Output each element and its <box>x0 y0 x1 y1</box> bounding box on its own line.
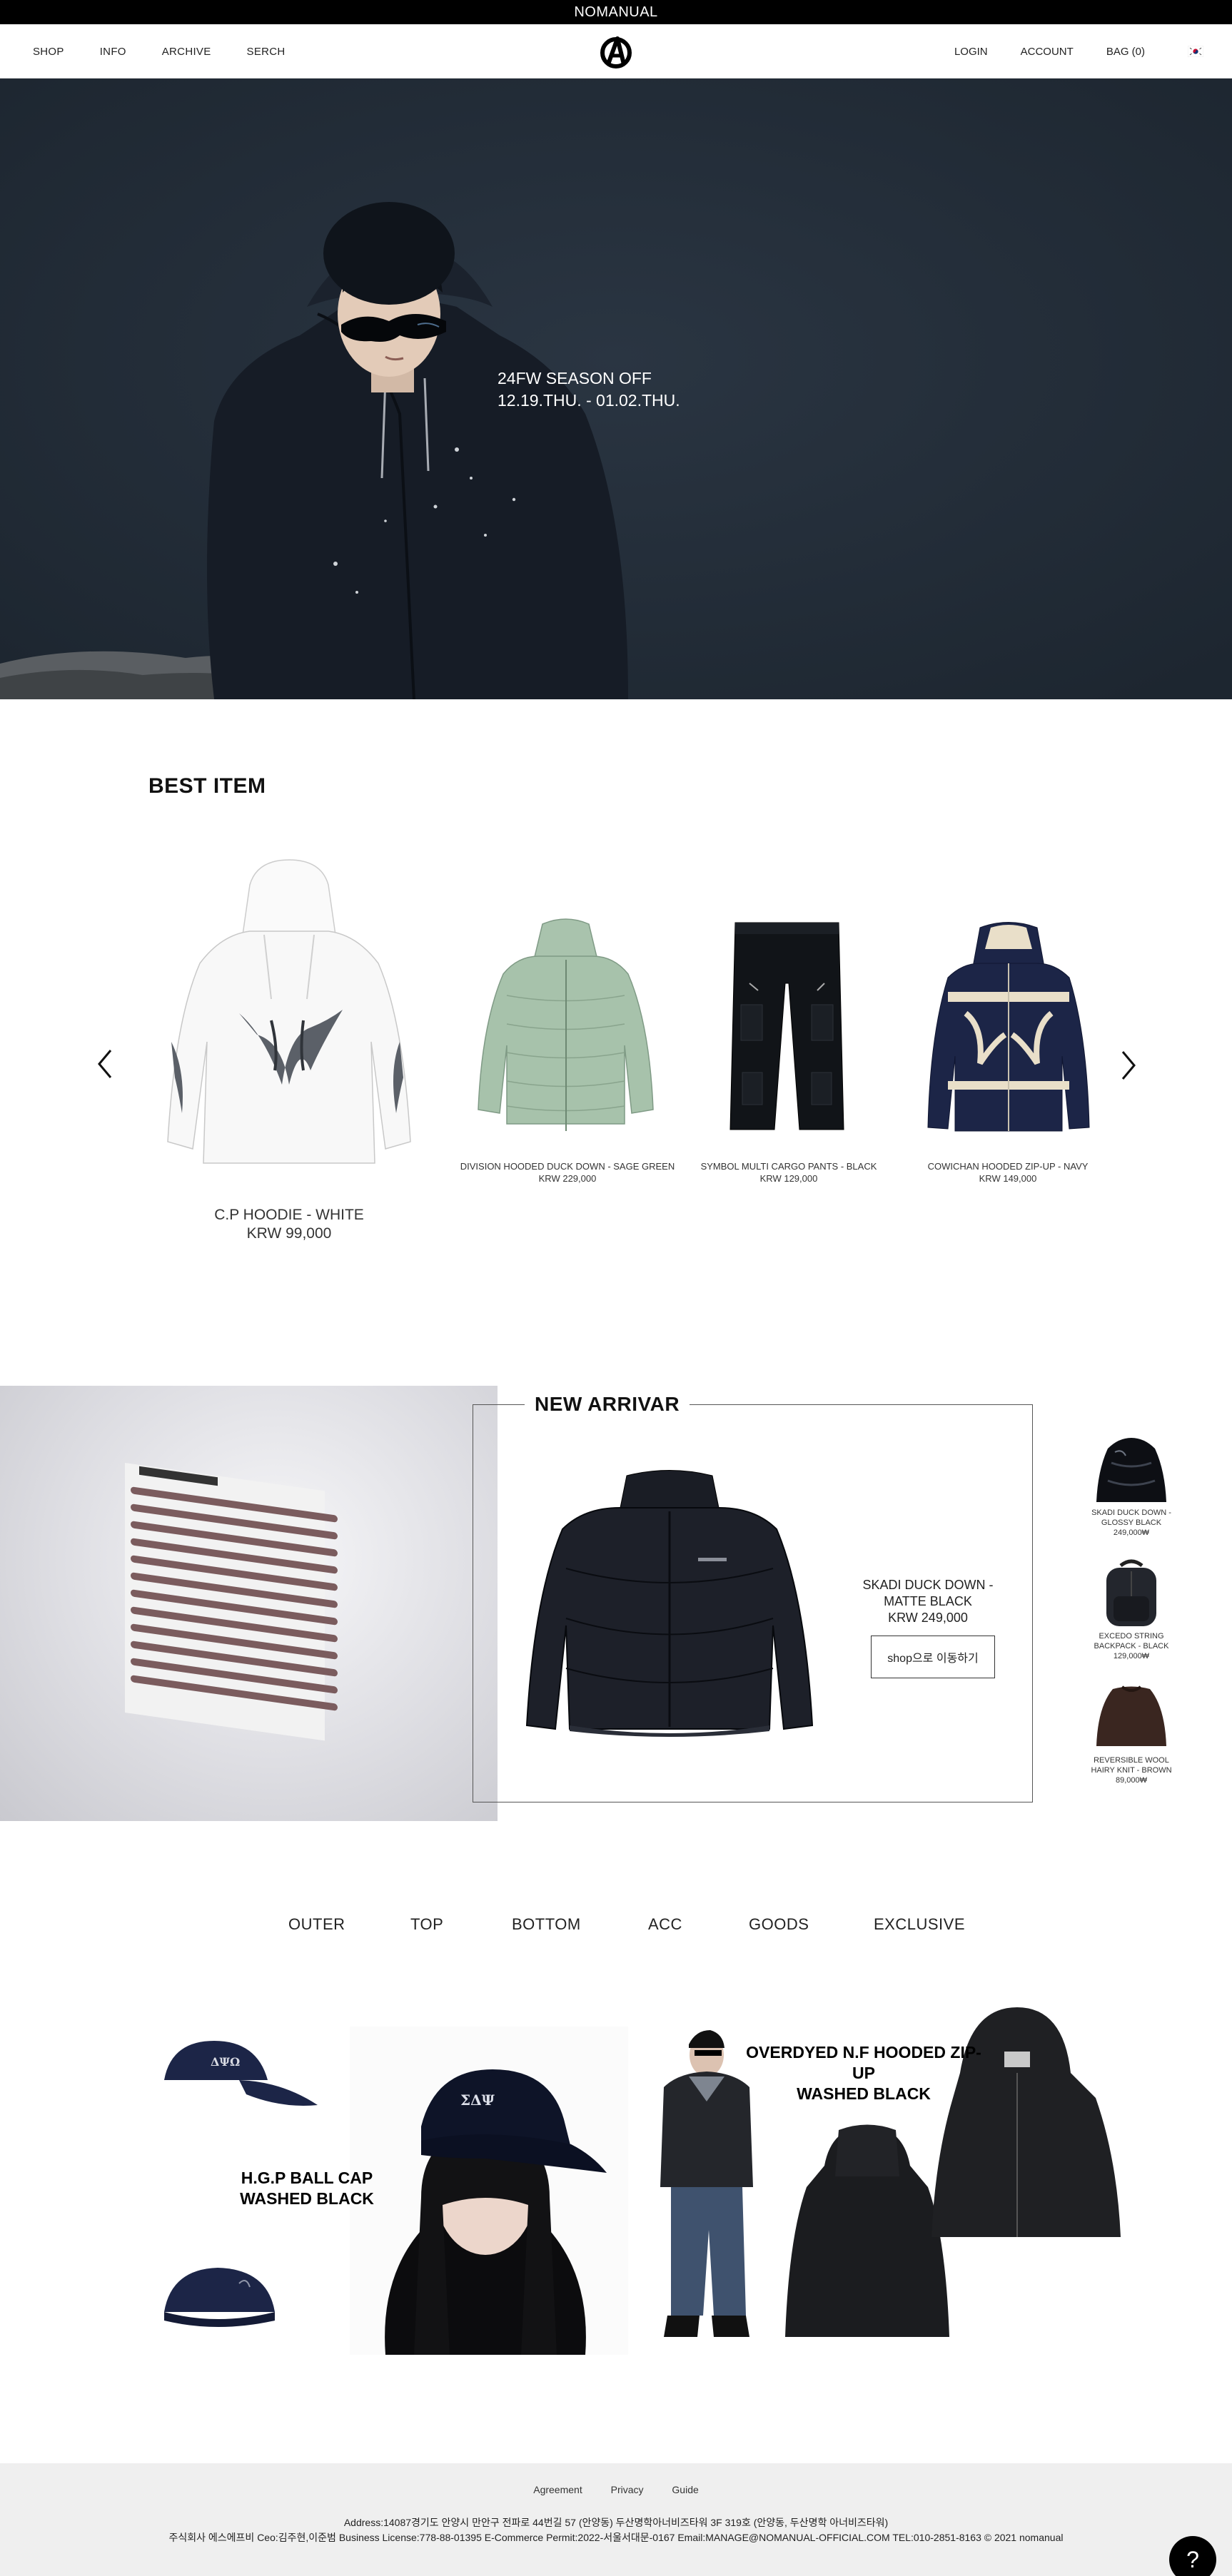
nav-login[interactable]: LOGIN <box>954 46 988 58</box>
nav-account[interactable]: ACCOUNT <box>1021 46 1074 58</box>
side-product-line: SKADI DUCK DOWN - <box>1091 1508 1171 1517</box>
chevron-right-icon[interactable] <box>1121 1050 1136 1086</box>
product-price: KRW 99,000 <box>246 1225 332 1242</box>
product-name: C.P HOODIE - WHITE <box>214 1207 364 1223</box>
best-item-title: BEST ITEM <box>148 774 266 798</box>
product-image-cargo-pants[interactable] <box>728 919 846 1133</box>
promo-zip-line-2: WASHED BLACK <box>797 2084 931 2103</box>
product-name: SYMBOL MULTI CARGO PANTS - BLACK <box>700 1161 877 1172</box>
nav-archive[interactable]: ARCHIVE <box>162 46 211 58</box>
footer-links: Agreement Privacy Guide <box>0 2484 1232 2495</box>
product-thumb-skadi-glossy[interactable] <box>1094 1431 1169 1505</box>
nav-left: SHOP INFO ARCHIVE SERCH <box>33 24 321 78</box>
nav-search[interactable]: SERCH <box>247 46 286 58</box>
help-label: ? <box>1186 2546 1199 2572</box>
new-arrival-name-1: SKADI DUCK DOWN - <box>862 1578 994 1592</box>
side-product-line: REVERSIBLE WOOL <box>1094 1756 1169 1765</box>
hero-title: 24FW SEASON OFF <box>498 369 652 387</box>
side-product-line: HAIRY KNIT - BROWN <box>1091 1766 1172 1775</box>
side-product-line: GLOSSY BLACK <box>1101 1518 1162 1527</box>
category-exclusive[interactable]: EXCLUSIVE <box>874 1915 965 1934</box>
product-thumb-wool-knit[interactable] <box>1095 1678 1168 1753</box>
chevron-left-icon[interactable] <box>97 1049 113 1085</box>
new-arrival-title: NEW ARRIVAR <box>525 1393 690 1416</box>
korea-flag-icon[interactable] <box>1188 46 1203 57</box>
svg-text:ΔΨΩ: ΔΨΩ <box>211 2055 240 2069</box>
new-arrival-lookbook-image[interactable] <box>0 1386 498 1821</box>
category-acc[interactable]: ACC <box>648 1915 682 1934</box>
footer-link-guide[interactable]: Guide <box>672 2484 698 2495</box>
ball-cap-promo-title[interactable]: H.G.P BALL CAP WASHED BLACK <box>214 2168 400 2209</box>
category-goods[interactable]: GOODS <box>749 1915 809 1934</box>
footer-company-info: Address:14087경기도 안양시 만안구 전파로 44번길 57 (안양… <box>0 2515 1232 2545</box>
hero-caption: 24FW SEASON OFF 12.19.THU. - 01.02.THU. <box>498 367 680 412</box>
product-image-skadi-matte[interactable] <box>520 1461 819 1737</box>
product-price: KRW 229,000 <box>538 1173 597 1184</box>
nav-bag[interactable]: BAG (0) <box>1106 46 1145 58</box>
product-image-cp-hoodie[interactable] <box>157 856 421 1177</box>
product-caption-1[interactable]: C.P HOODIE - WHITE KRW 99,000 <box>182 1206 396 1243</box>
promo-cap-line-1: H.G.P BALL CAP <box>241 2169 373 2187</box>
side-product-line: EXCEDO STRING <box>1099 1632 1164 1641</box>
brand-name: NOMANUAL <box>574 4 658 20</box>
category-menu: OUTER TOP BOTTOM ACC GOODS EXCLUSIVE <box>0 1915 1232 1944</box>
new-arrival-name-2: MATTE BLACK <box>884 1594 972 1608</box>
nav-info[interactable]: INFO <box>100 46 126 58</box>
product-caption-3[interactable]: SYMBOL MULTI CARGO PANTS - BLACK KRW 129… <box>682 1160 896 1185</box>
product-name: DIVISION HOODED DUCK DOWN - SAGE GREEN <box>460 1161 675 1172</box>
product-caption-4[interactable]: COWICHAN HOODED ZIP-UP - NAVY KRW 149,00… <box>901 1160 1115 1185</box>
footer-address: Address:14087경기도 안양시 만안구 전파로 44번길 57 (안양… <box>343 2517 889 2528</box>
side-product-price: 129,000₩ <box>1113 1652 1150 1660</box>
side-product-line: BACKPACK - BLACK <box>1094 1642 1169 1650</box>
svg-text:ΣΔΨ: ΣΔΨ <box>460 2091 495 2109</box>
announcement-bar: NOMANUAL <box>0 0 1232 24</box>
new-arrival-price: KRW 249,000 <box>888 1611 968 1625</box>
product-image-division-down[interactable] <box>475 917 657 1135</box>
new-arrival-info: SKADI DUCK DOWN - MATTE BLACK KRW 249,00… <box>853 1577 1003 1626</box>
product-image-cowichan-zipup[interactable] <box>926 921 1091 1135</box>
go-to-shop-button[interactable]: shop으로 이동하기 <box>871 1636 995 1678</box>
promo-zip-line-1: OVERDYED N.F HOODED ZIP-UP <box>746 2043 981 2082</box>
nomanual-logo-icon[interactable] <box>598 33 634 71</box>
side-product-caption-2[interactable]: EXCEDO STRING BACKPACK - BLACK 129,000₩ <box>1085 1631 1178 1661</box>
product-caption-2[interactable]: DIVISION HOODED DUCK DOWN - SAGE GREEN K… <box>457 1160 678 1185</box>
product-price: KRW 149,000 <box>979 1173 1037 1184</box>
footer-link-privacy[interactable]: Privacy <box>611 2484 644 2495</box>
hero-banner[interactable]: 24FW SEASON OFF 12.19.THU. - 01.02.THU. <box>0 78 1232 699</box>
category-outer[interactable]: OUTER <box>288 1915 345 1934</box>
product-price: KRW 129,000 <box>759 1173 818 1184</box>
side-product-price: 249,000₩ <box>1113 1528 1150 1537</box>
side-product-caption-1[interactable]: SKADI DUCK DOWN - GLOSSY BLACK 249,000₩ <box>1085 1508 1178 1538</box>
category-top[interactable]: TOP <box>410 1915 443 1934</box>
promo-cap-line-2: WASHED BLACK <box>240 2189 374 2208</box>
side-product-price: 89,000₩ <box>1115 1776 1148 1785</box>
footer-link-agreement[interactable]: Agreement <box>533 2484 582 2495</box>
zipup-promo-title[interactable]: OVERDYED N.F HOODED ZIP-UP WASHED BLACK <box>735 2042 992 2104</box>
product-name: COWICHAN HOODED ZIP-UP - NAVY <box>927 1161 1089 1172</box>
nav-shop[interactable]: SHOP <box>33 46 64 58</box>
hero-dates: 12.19.THU. - 01.02.THU. <box>498 391 680 410</box>
nav-right: LOGIN ACCOUNT BAG (0) <box>922 24 1203 78</box>
product-thumb-excedo-backpack[interactable] <box>1099 1557 1163 1628</box>
category-bottom[interactable]: BOTTOM <box>512 1915 581 1934</box>
footer-business-info: 주식회사 에스에프비 Ceo:김주현,이준범 Business License:… <box>168 2532 1064 2543</box>
side-product-caption-3[interactable]: REVERSIBLE WOOL HAIRY KNIT - BROWN 89,00… <box>1085 1755 1178 1785</box>
